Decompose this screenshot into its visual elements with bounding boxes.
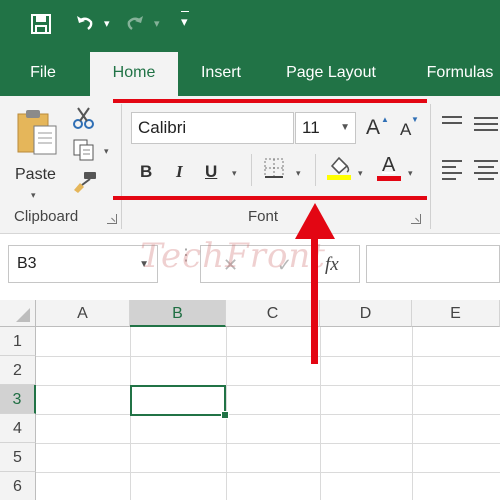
- row-header-5[interactable]: 5: [0, 443, 36, 472]
- font-size-value: 11: [302, 118, 320, 137]
- font-group-separator: [430, 104, 431, 229]
- quick-access-toolbar: ▾ ▾ ▾: [0, 0, 500, 50]
- row-header-2[interactable]: 2: [0, 356, 36, 385]
- format-painter-icon[interactable]: [72, 170, 98, 199]
- row-header-1[interactable]: 1: [0, 327, 36, 356]
- undo-icon[interactable]: [74, 12, 96, 38]
- bold-button[interactable]: B: [140, 162, 152, 182]
- worksheet-grid[interactable]: [0, 300, 500, 500]
- tab-file[interactable]: File: [10, 50, 76, 96]
- tab-page-layout[interactable]: Page Layout: [272, 50, 390, 96]
- column-header-a[interactable]: A: [36, 300, 130, 327]
- clipboard-group-label: Clipboard: [14, 208, 79, 225]
- row-header-6[interactable]: 6: [0, 472, 36, 500]
- name-box[interactable]: B3 ▼: [8, 245, 158, 283]
- align-left-icon[interactable]: [442, 158, 462, 185]
- ribbon-tabs: File Home Insert Page Layout Formulas: [0, 50, 500, 96]
- tab-formulas[interactable]: Formulas: [412, 50, 500, 96]
- name-box-value: B3: [17, 255, 37, 272]
- grid-row-line: [36, 443, 500, 444]
- font-separator-2: [315, 154, 316, 186]
- align-middle-icon[interactable]: [474, 114, 498, 139]
- column-header-c[interactable]: C: [226, 300, 320, 327]
- undo-dropdown-icon[interactable]: ▾: [104, 17, 110, 30]
- column-header-d[interactable]: D: [320, 300, 412, 327]
- font-name-combo[interactable]: Calibri: [131, 112, 294, 144]
- tab-insert[interactable]: Insert: [188, 50, 254, 96]
- copy-icon[interactable]: [72, 138, 96, 167]
- watermark-text: TechFront: [140, 236, 326, 276]
- align-center-icon[interactable]: [474, 158, 498, 185]
- column-header-e[interactable]: E: [412, 300, 500, 327]
- copy-dropdown-icon[interactable]: ▾: [104, 146, 109, 157]
- save-icon[interactable]: [30, 13, 52, 39]
- annotation-arrow-shaft: [311, 232, 318, 364]
- grid-row-line: [36, 472, 500, 473]
- font-color-glyph: A: [382, 154, 396, 176]
- decrease-font-size-icon[interactable]: A: [400, 120, 411, 140]
- paste-dropdown-icon[interactable]: ▾: [31, 190, 36, 201]
- select-all-corner[interactable]: [0, 300, 36, 327]
- underline-button[interactable]: U: [205, 162, 217, 182]
- insert-function-icon[interactable]: fx: [325, 254, 339, 276]
- font-size-dropdown-icon[interactable]: ▼: [340, 122, 350, 133]
- font-color-dropdown-icon[interactable]: ▾: [408, 168, 413, 179]
- font-group-label: Font: [248, 208, 279, 225]
- customize-qat-icon[interactable]: ▾: [181, 11, 189, 30]
- align-top-icon[interactable]: [442, 114, 462, 135]
- tab-home[interactable]: Home: [90, 52, 178, 96]
- font-launcher-icon[interactable]: [411, 214, 421, 224]
- annotation-line-top: [113, 99, 427, 103]
- clipboard-separator: [121, 104, 122, 229]
- borders-dropdown-icon[interactable]: ▾: [296, 168, 301, 179]
- redo-dropdown-icon[interactable]: ▾: [154, 17, 160, 30]
- grid-row-line: [36, 356, 500, 357]
- ribbon: Paste ▾ ▾ Clipboard Calibri 11 ▼ A ▲ A ▼…: [0, 96, 500, 234]
- increase-arrow: ▲: [381, 115, 389, 124]
- row-header-4[interactable]: 4: [0, 414, 36, 443]
- annotation-arrow-head: [295, 203, 335, 239]
- font-color-swatch: [377, 176, 401, 181]
- font-size-combo[interactable]: 11 ▼: [295, 112, 356, 144]
- redo-icon[interactable]: [124, 12, 146, 38]
- borders-icon[interactable]: [264, 158, 284, 183]
- fill-color-dropdown-icon[interactable]: ▾: [358, 168, 363, 179]
- annotation-line-bottom: [113, 196, 427, 200]
- font-color-icon[interactable]: A: [377, 154, 403, 182]
- font-name-value: Calibri: [138, 118, 187, 137]
- grid-row-line: [36, 414, 500, 415]
- font-separator-1: [251, 154, 252, 186]
- clipboard-launcher-icon[interactable]: [107, 214, 117, 224]
- excel-window: ▾ ▾ ▾ File Home Insert Page Layout Formu…: [0, 0, 500, 500]
- underline-dropdown-icon[interactable]: ▾: [232, 168, 237, 179]
- formula-input[interactable]: [366, 245, 500, 283]
- decrease-arrow: ▼: [411, 115, 419, 124]
- paste-button[interactable]: Paste ▾: [10, 106, 64, 201]
- cut-icon[interactable]: [72, 106, 96, 135]
- row-header-3[interactable]: 3: [0, 385, 36, 414]
- paste-icon: [17, 110, 57, 155]
- grid-row-line: [36, 385, 500, 386]
- column-header-b[interactable]: B: [130, 300, 226, 327]
- italic-button[interactable]: I: [176, 162, 183, 182]
- paste-label: Paste: [15, 166, 56, 183]
- increase-font-size-icon[interactable]: A: [366, 116, 380, 140]
- fill-color-icon[interactable]: [326, 154, 352, 187]
- selected-cell-b3[interactable]: [130, 385, 229, 419]
